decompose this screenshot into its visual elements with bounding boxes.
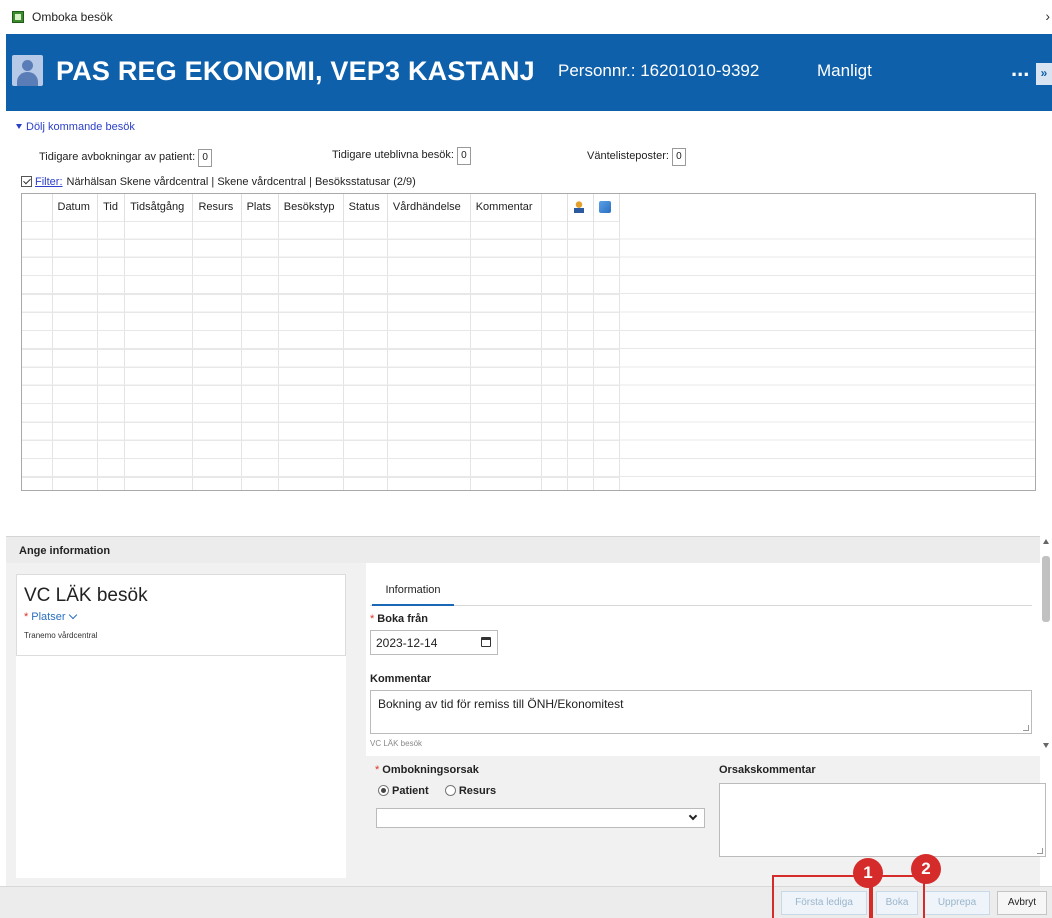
prior-noshows-label: Tidigare uteblivna besök: — [332, 149, 454, 161]
tab-information[interactable]: Information — [372, 578, 454, 606]
toggle-label: Dölj kommande besök — [26, 121, 135, 133]
comment-value: Bokning av tid för remiss till ÖNH/Ekono… — [378, 697, 624, 711]
column-header[interactable]: Besökstyp — [278, 194, 344, 221]
radio-resource[interactable] — [444, 785, 456, 796]
column-header-blank — [541, 194, 568, 221]
visit-type: VC LÄK besök — [24, 585, 148, 606]
rebook-reason-radios: Patient Resurs — [378, 785, 496, 797]
places-label: Platser — [31, 611, 66, 623]
scroll-down-icon[interactable] — [1043, 743, 1049, 748]
rebook-reason-label: * Ombokningsorsak — [375, 764, 479, 776]
required-marker: * — [24, 611, 29, 623]
places-dropdown[interactable]: * Platser — [24, 610, 77, 623]
prior-noshows: Tidigare uteblivna besök: 0 — [332, 147, 471, 165]
column-header[interactable]: Resurs — [192, 194, 242, 221]
radio-resource-label[interactable]: Resurs — [459, 785, 496, 797]
required-marker: * — [370, 613, 375, 625]
hide-upcoming-visits-toggle[interactable]: Dölj kommande besök — [16, 121, 135, 133]
resize-grip-icon[interactable] — [1023, 725, 1029, 731]
cancel-button[interactable]: Avbryt — [997, 891, 1047, 915]
visit-type-hint: VC LÄK besök — [370, 739, 423, 748]
waitlist-value: 0 — [671, 148, 686, 166]
tab-bar: Information — [370, 578, 1032, 606]
table-row-lines — [22, 221, 1035, 490]
app-icon — [12, 11, 24, 23]
rebook-reason-select[interactable] — [376, 808, 705, 828]
column-header-booking[interactable] — [593, 194, 620, 221]
filter-link[interactable]: Filter: — [35, 176, 63, 188]
reason-comment-label: Orsakskommentar — [719, 764, 816, 776]
filter-summary: Närhälsan Skene vårdcentral | Skene vård… — [66, 176, 416, 188]
filter-checkbox[interactable] — [21, 176, 32, 187]
reason-comment-textarea[interactable] — [719, 783, 1046, 857]
book-from-date-value: 2023-12-14 — [376, 636, 438, 650]
radio-patient[interactable] — [378, 785, 389, 796]
chevron-down-icon — [68, 610, 77, 620]
chevron-down-icon — [688, 811, 698, 821]
person-icon — [573, 201, 585, 214]
patient-gender: Manligt — [817, 61, 872, 80]
callout-badge-2: 2 — [911, 854, 941, 884]
expand-panel-button[interactable]: » — [1036, 63, 1052, 85]
caret-down-icon — [16, 124, 22, 129]
column-header-resource[interactable] — [567, 194, 594, 221]
comment-textarea[interactable]: Bokning av tid för remiss till ÖNH/Ekono… — [370, 690, 1032, 734]
section-header: Ange information — [6, 536, 1040, 563]
book-from-label-text: Boka från — [377, 613, 429, 625]
avatar — [12, 55, 43, 86]
scroll-thumb[interactable] — [1042, 556, 1050, 622]
waitlist-entries: Väntelisteposter: 0 — [587, 148, 686, 166]
book-from-date-input[interactable]: 2023-12-14 — [370, 630, 498, 655]
column-header[interactable]: Datum — [52, 194, 99, 221]
patient-banner: PAS REG EKONOMI, VEP3 KASTANJ Personnr.:… — [6, 34, 1052, 111]
rebook-reason-label-text: Ombokningsorsak — [382, 764, 479, 776]
patient-name: PAS REG EKONOMI, VEP3 KASTANJ — [56, 56, 535, 86]
column-header-blank — [22, 194, 53, 221]
required-marker: * — [375, 764, 380, 776]
column-header[interactable]: Vårdhändelse — [387, 194, 471, 221]
more-menu-button[interactable]: ... — [1011, 56, 1029, 82]
window-title: Omboka besök — [32, 10, 113, 24]
waitlist-label: Väntelisteposter: — [587, 150, 669, 162]
upcoming-visits-table: Datum Tid Tidsåtgång Resurs Plats Besöks… — [21, 193, 1036, 491]
callout-badge-1: 1 — [853, 858, 883, 888]
resize-grip-icon[interactable] — [1037, 848, 1043, 854]
calendar-book-icon — [599, 201, 611, 214]
prior-cancellations-value: 0 — [198, 149, 213, 167]
column-header[interactable]: Status — [343, 194, 388, 221]
prior-noshows-value: 0 — [456, 147, 471, 165]
column-header[interactable]: Tid — [97, 194, 126, 221]
column-header[interactable]: Kommentar — [470, 194, 543, 221]
filter-row: Filter: Närhälsan Skene vårdcentral | Ske… — [21, 176, 416, 188]
close-icon[interactable]: › — [1045, 8, 1050, 24]
scroll-up-icon[interactable] — [1043, 539, 1049, 544]
prior-cancellations-label: Tidigare avbokningar av patient: — [39, 151, 196, 163]
comment-label: Kommentar — [370, 673, 432, 685]
calendar-icon[interactable] — [481, 637, 491, 647]
window-titlebar: Omboka besök › — [0, 0, 1052, 34]
column-header[interactable]: Plats — [241, 194, 279, 221]
vertical-scrollbar[interactable] — [1040, 536, 1052, 752]
prior-cancellations: Tidigare avbokningar av patient: 0 — [39, 149, 213, 167]
repeat-button[interactable]: Upprepa — [924, 891, 990, 915]
left-panel-body — [16, 656, 346, 878]
personnummer: Personnr.: 16201010-9392 — [558, 61, 760, 80]
book-from-label: * Boka från — [370, 613, 428, 625]
column-header[interactable]: Tidsåtgång — [124, 194, 194, 221]
radio-patient-label[interactable]: Patient — [392, 785, 429, 797]
visit-card: VC LÄK besök * Platser Tranemo vårdcentra… — [16, 574, 346, 656]
place-value: Tranemo vårdcentral — [24, 631, 98, 640]
